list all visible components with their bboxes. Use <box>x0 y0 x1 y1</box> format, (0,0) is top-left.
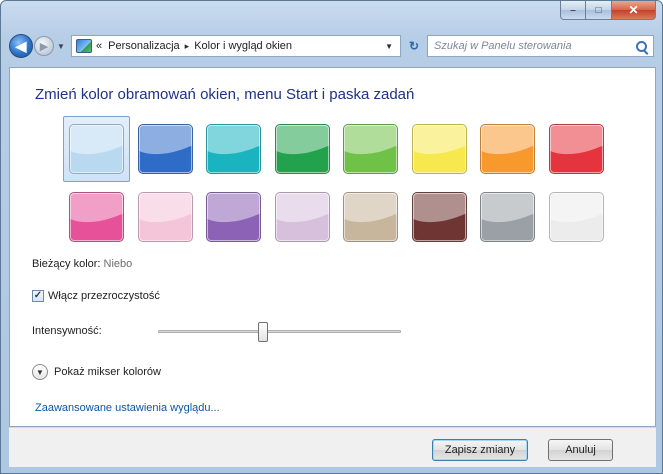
color-swatch[interactable] <box>206 192 261 242</box>
color-swatch[interactable] <box>548 124 604 174</box>
address-bar[interactable]: « Personalizacja ▸ Kolor i wygląd okien … <box>71 35 401 57</box>
color-swatch[interactable] <box>480 192 535 242</box>
transparency-checkbox[interactable]: ✓ <box>32 290 44 302</box>
control-panel-icon <box>76 39 92 53</box>
recent-pages-button[interactable]: ▼ <box>55 36 67 56</box>
forward-button[interactable]: ▶ <box>34 36 54 56</box>
color-swatch[interactable] <box>343 192 398 242</box>
color-swatch[interactable] <box>274 124 330 174</box>
color-swatch[interactable] <box>137 124 193 174</box>
address-dropdown-button[interactable]: ▼ <box>382 42 396 51</box>
caption-buttons: – □ ✕ <box>560 1 656 21</box>
cancel-button[interactable]: Anuluj <box>548 439 613 461</box>
search-placeholder: Szukaj w Panelu sterowania <box>434 40 572 52</box>
refresh-button[interactable]: ↻ <box>403 35 425 57</box>
intensity-slider-thumb[interactable] <box>257 322 268 342</box>
minimize-button[interactable]: – <box>560 1 586 20</box>
breadcrumb-item-personalizacja[interactable]: Personalizacja <box>108 40 180 52</box>
close-button[interactable]: ✕ <box>612 1 656 20</box>
advanced-appearance-link[interactable]: Zaawansowane ustawienia wyglądu... <box>35 402 220 414</box>
intensity-slider[interactable] <box>158 322 401 342</box>
navigation-bar: ◀ ▶ ▼ « Personalizacja ▸ Kolor i wygląd … <box>9 33 654 59</box>
content-pane: Zmień kolor obramowań okien, menu Start … <box>9 67 656 427</box>
maximize-button[interactable]: □ <box>586 1 612 20</box>
footer: Zapisz zmiany Anuluj <box>9 427 656 467</box>
window: – □ ✕ ◀ ▶ ▼ « Personalizacja ▸ Kolor i w… <box>0 0 663 474</box>
color-mixer-toggle[interactable]: ▼ Pokaż mikser kolorów <box>32 364 161 380</box>
color-swatch[interactable] <box>69 124 124 174</box>
current-color-value: Niebo <box>103 258 133 270</box>
breadcrumb-overflow[interactable]: « <box>96 40 102 52</box>
color-swatch[interactable] <box>274 192 330 242</box>
breadcrumb-separator[interactable]: ▸ <box>185 41 190 52</box>
save-button[interactable]: Zapisz zmiany <box>432 439 528 461</box>
back-button[interactable]: ◀ <box>9 34 33 58</box>
current-color-label: Bieżący kolor: <box>32 258 101 270</box>
color-swatch[interactable] <box>411 124 467 174</box>
transparency-label[interactable]: Włącz przezroczystość <box>48 290 160 302</box>
expand-icon[interactable]: ▼ <box>32 364 48 380</box>
current-color: Bieżący kolor: Niebo <box>32 258 132 270</box>
color-mixer-label[interactable]: Pokaż mikser kolorów <box>54 366 161 378</box>
intensity-label: Intensywność: <box>32 325 102 337</box>
color-swatch[interactable] <box>480 124 535 174</box>
page-title: Zmień kolor obramowań okien, menu Start … <box>35 86 415 103</box>
color-swatch[interactable] <box>411 192 467 242</box>
search-icon[interactable] <box>636 40 647 52</box>
breadcrumb-item-kolor[interactable]: Kolor i wygląd okien <box>194 40 292 52</box>
transparency-option[interactable]: ✓ Włącz przezroczystość <box>32 290 160 302</box>
color-swatch[interactable] <box>206 124 261 174</box>
color-swatch[interactable] <box>69 192 124 242</box>
color-swatch[interactable] <box>548 192 604 242</box>
search-input[interactable]: Szukaj w Panelu sterowania <box>427 35 654 57</box>
color-swatch[interactable] <box>343 124 398 174</box>
color-swatch[interactable] <box>137 192 193 242</box>
